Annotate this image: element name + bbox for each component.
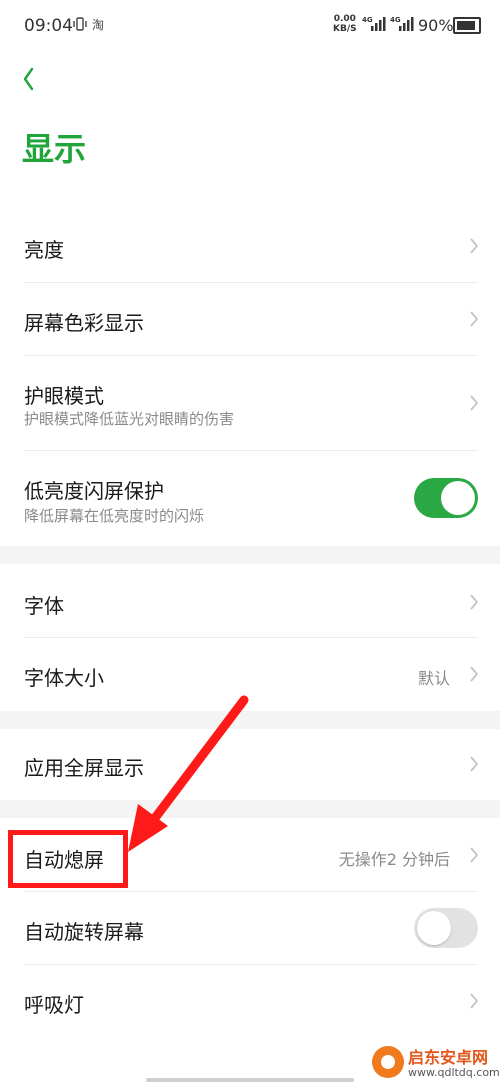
font-size-label: 字体大小 bbox=[24, 666, 104, 690]
toggle-knob bbox=[441, 481, 475, 515]
eye-care-subtitle: 护眼模式降低蓝光对眼睛的伤害 bbox=[24, 410, 235, 428]
page-title: 显示 bbox=[22, 130, 87, 168]
chevron-right-icon bbox=[470, 395, 479, 411]
settings-item-eye-care[interactable]: 护眼模式 护眼模式降低蓝光对眼睛的伤害 bbox=[0, 356, 500, 450]
battery-percent: 90% bbox=[418, 16, 454, 35]
chevron-right-icon bbox=[470, 993, 479, 1009]
auto-lock-value: 无操作2 分钟后 bbox=[338, 850, 450, 869]
chevron-right-icon bbox=[470, 594, 479, 610]
chevron-left-icon bbox=[23, 67, 34, 91]
signal-icon-2: 4G bbox=[390, 14, 414, 38]
font-size-value: 默认 bbox=[417, 669, 450, 688]
highlight-box bbox=[8, 830, 128, 888]
settings-item-breathing-light[interactable]: 呼吸灯 bbox=[0, 965, 500, 1037]
breathing-light-label: 呼吸灯 bbox=[24, 993, 84, 1017]
battery-icon bbox=[453, 17, 481, 34]
chevron-right-icon bbox=[470, 847, 479, 863]
net-speed-value: 0.00 bbox=[333, 14, 356, 24]
eye-care-label: 护眼模式 bbox=[24, 384, 104, 408]
flicker-subtitle: 降低屏幕在低亮度时的闪烁 bbox=[24, 507, 205, 525]
settings-item-brightness[interactable]: 亮度 bbox=[0, 210, 500, 282]
chevron-right-icon bbox=[470, 311, 479, 327]
flicker-label: 低亮度闪屏保护 bbox=[24, 479, 164, 503]
font-label: 字体 bbox=[24, 594, 64, 618]
section-gap bbox=[0, 711, 500, 729]
screen-color-label: 屏幕色彩显示 bbox=[24, 311, 144, 335]
chevron-right-icon bbox=[470, 238, 479, 254]
back-button[interactable] bbox=[18, 64, 48, 94]
settings-item-fullscreen-apps[interactable]: 应用全屏显示 bbox=[0, 729, 500, 800]
settings-item-font[interactable]: 字体 bbox=[0, 564, 500, 637]
sig1-label: 4G bbox=[362, 16, 373, 24]
sig2-label: 4G bbox=[390, 16, 401, 24]
vibrate-icon bbox=[72, 16, 88, 36]
watermark-name: 启东安卓网 bbox=[408, 1048, 489, 1067]
section-gap bbox=[0, 800, 500, 818]
settings-item-screen-color[interactable]: 屏幕色彩显示 bbox=[0, 283, 500, 355]
toggle-knob bbox=[417, 911, 451, 945]
net-speed: 0.00 KB/S bbox=[333, 14, 357, 34]
settings-item-flicker-protection: 低亮度闪屏保护 降低屏幕在低亮度时的闪烁 bbox=[0, 451, 500, 545]
chevron-right-icon bbox=[470, 756, 479, 772]
section-gap bbox=[0, 546, 500, 564]
signal-icon-1: 4G bbox=[362, 14, 386, 38]
status-time: 09:04 bbox=[24, 16, 73, 36]
taobao-notification-icon: 淘 bbox=[92, 18, 105, 32]
watermark: 启东安卓网 www.qdltdq.com bbox=[372, 1042, 500, 1084]
flicker-toggle[interactable] bbox=[414, 478, 478, 518]
home-indicator[interactable] bbox=[146, 1078, 354, 1082]
watermark-url: www.qdltdq.com bbox=[408, 1066, 500, 1079]
net-speed-unit: KB/S bbox=[333, 24, 357, 34]
watermark-logo-icon bbox=[372, 1046, 404, 1078]
auto-rotate-label: 自动旋转屏幕 bbox=[24, 920, 144, 944]
settings-item-font-size[interactable]: 字体大小 默认 bbox=[0, 638, 500, 711]
settings-item-auto-rotate: 自动旋转屏幕 bbox=[0, 892, 500, 964]
auto-rotate-toggle[interactable] bbox=[414, 908, 478, 948]
brightness-label: 亮度 bbox=[24, 238, 64, 262]
chevron-right-icon bbox=[470, 666, 479, 682]
status-bar: 09:04 淘 0.00 KB/S 4G 4G 90% bbox=[0, 0, 500, 52]
fullscreen-apps-label: 应用全屏显示 bbox=[24, 756, 144, 780]
